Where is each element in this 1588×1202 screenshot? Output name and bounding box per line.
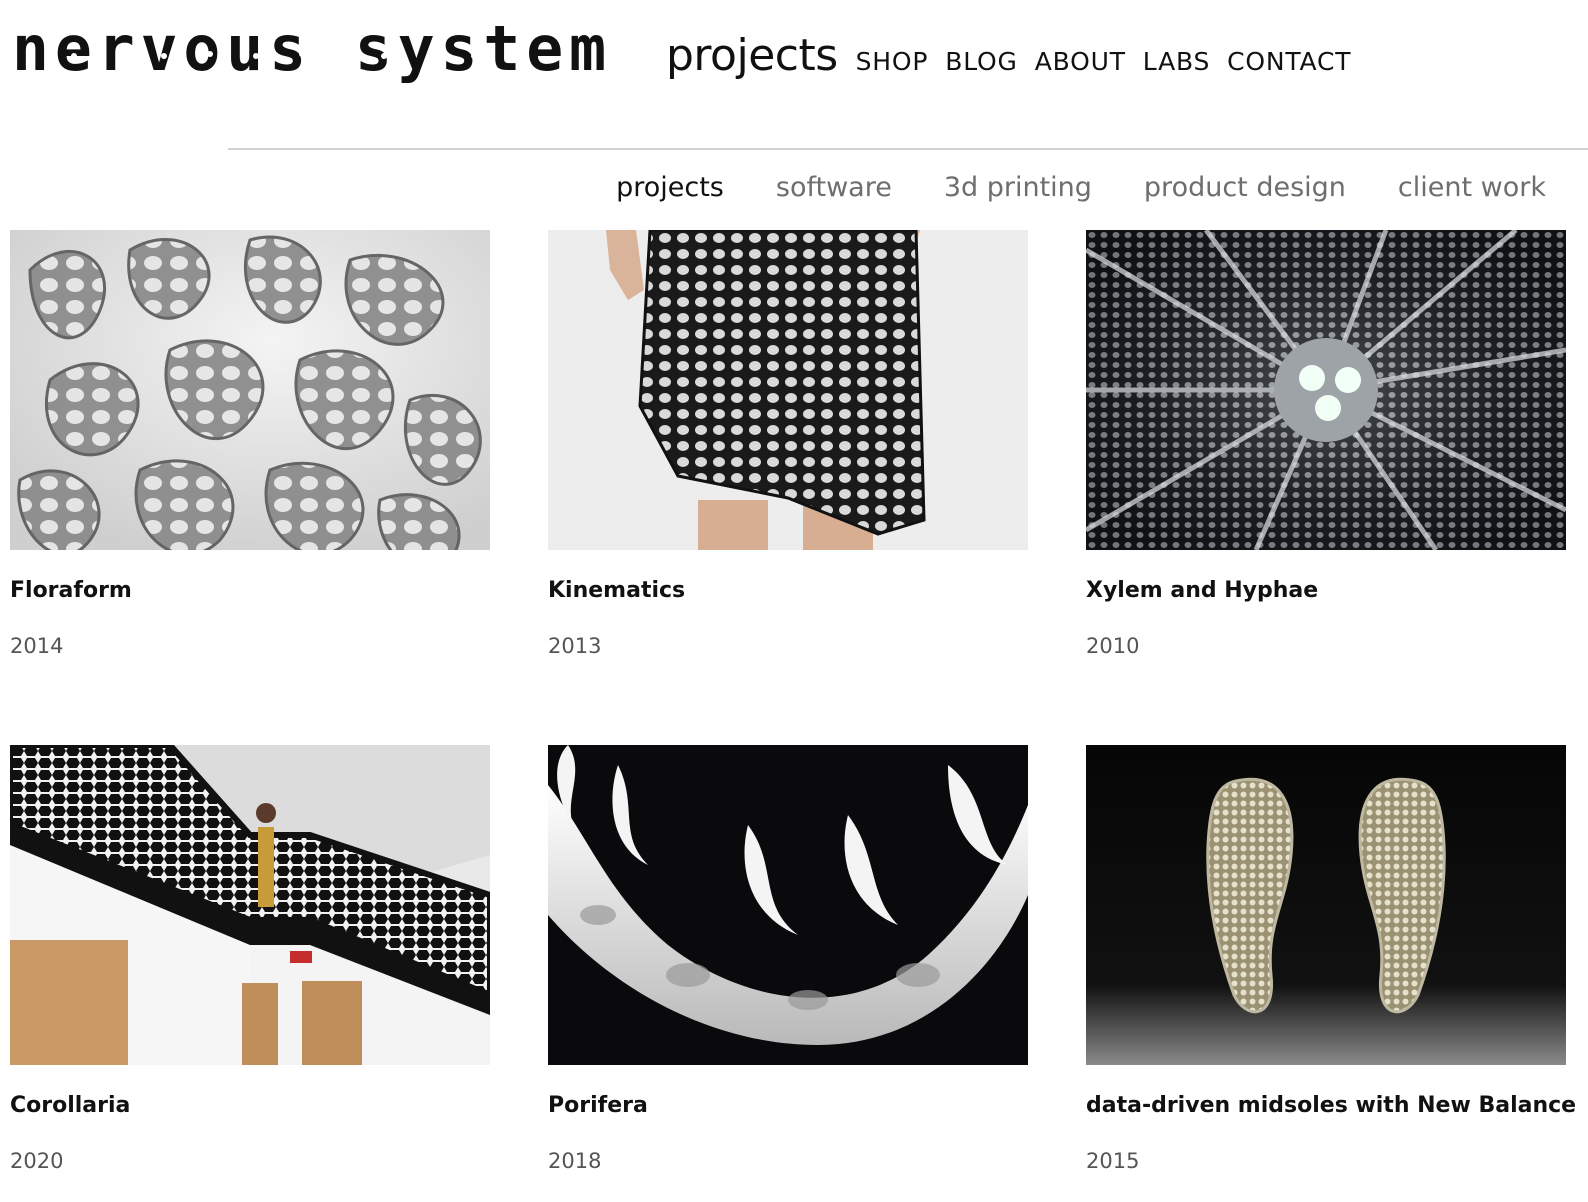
subnav-software[interactable]: software — [776, 172, 892, 203]
project-title[interactable]: data-driven midsoles with New Balance — [1086, 1093, 1576, 1118]
subnav-projects[interactable]: projects — [616, 172, 724, 203]
logo-image: nervous system — [12, 12, 612, 85]
nav-contact-link[interactable]: CONTACT — [1227, 47, 1351, 76]
subnav-product-design[interactable]: product design — [1144, 172, 1346, 203]
sub-nav: projects software 3d printing product de… — [564, 172, 1546, 203]
project-thumbnail[interactable] — [1086, 745, 1566, 1065]
project-thumbnail[interactable] — [1086, 230, 1566, 550]
nav-projects-link[interactable]: projects — [666, 30, 838, 81]
kinematics-image — [548, 230, 1028, 550]
project-year: 2018 — [548, 1149, 602, 1173]
project-year: 2015 — [1086, 1149, 1140, 1173]
project-thumbnail[interactable] — [10, 230, 490, 550]
project-year: 2010 — [1086, 634, 1140, 658]
project-thumbnail[interactable] — [548, 745, 1028, 1065]
project-year: 2020 — [10, 1149, 64, 1173]
project-title[interactable]: Porifera — [548, 1093, 648, 1118]
subnav-3d-printing[interactable]: 3d printing — [944, 172, 1092, 203]
nav-labs-link[interactable]: LABS — [1143, 47, 1210, 76]
nav-about-link[interactable]: ABOUT — [1035, 47, 1126, 76]
porifera-image — [548, 745, 1028, 1065]
project-title[interactable]: Floraform — [10, 578, 132, 603]
project-thumbnail[interactable] — [548, 230, 1028, 550]
midsoles-image — [1086, 745, 1566, 1065]
main-nav: projects SHOP BLOG ABOUT LABS CONTACT — [666, 30, 1368, 81]
header-divider — [228, 148, 1588, 150]
project-year: 2014 — [10, 634, 64, 658]
floraform-image — [10, 230, 490, 550]
project-title[interactable]: Xylem and Hyphae — [1086, 578, 1318, 603]
site-logo[interactable]: nervous system — [12, 12, 624, 88]
project-title[interactable]: Kinematics — [548, 578, 685, 603]
project-year: 2013 — [548, 634, 602, 658]
nav-blog-link[interactable]: BLOG — [945, 47, 1017, 76]
nav-shop-link[interactable]: SHOP — [856, 47, 929, 76]
corollaria-image — [10, 745, 490, 1065]
svg-text:nervous system: nervous system — [12, 14, 612, 85]
subnav-client-work[interactable]: client work — [1398, 172, 1546, 203]
project-thumbnail[interactable] — [10, 745, 490, 1065]
xylem-and-hyphae-image — [1086, 230, 1566, 550]
project-title[interactable]: Corollaria — [10, 1093, 130, 1118]
